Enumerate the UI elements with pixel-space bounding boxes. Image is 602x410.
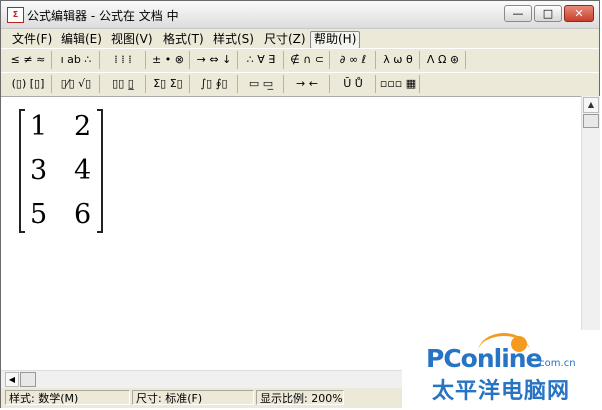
matrix-cell[interactable]: 5 xyxy=(30,200,47,230)
misc-symbols-palette-button[interactable]: ∂ ∞ ℓ xyxy=(331,51,376,69)
fraction-radical-templates-button[interactable]: ▯⁄▯ √▯ xyxy=(53,75,100,93)
fence-templates-button[interactable]: (▯) [▯] xyxy=(5,75,52,93)
vertical-scroll-thumb[interactable] xyxy=(583,114,599,128)
relations-palette-button[interactable]: ≤ ≠ ≈ xyxy=(5,51,52,69)
status-zoom: 显示比例: 200% xyxy=(256,390,344,405)
close-button[interactable]: ✕ xyxy=(564,5,594,22)
app-icon[interactable]: Σ xyxy=(7,7,24,23)
operators-palette-button[interactable]: ± • ⊗ xyxy=(147,51,190,69)
labeled-arrow-templates-button[interactable]: → ← xyxy=(285,75,330,93)
underbar-overbar-templates-button[interactable]: ▭ ▭̲ xyxy=(239,75,284,93)
menu-format[interactable]: 格式(T) xyxy=(160,31,207,47)
watermark-domain: .com.cn xyxy=(536,358,576,369)
product-templates-button[interactable]: Ū Ů xyxy=(331,75,376,93)
embellishments-palette-button[interactable]: ⁞ ⁞ ⁞ xyxy=(101,51,146,69)
matrix-templates-button[interactable]: ▫▫▫ ▦ xyxy=(377,75,420,93)
horizontal-scroll-thumb[interactable] xyxy=(20,372,36,387)
menu-edit[interactable]: 编辑(E) xyxy=(58,31,105,47)
pconline-watermark: PConline .com.cn 太平洋电脑网 xyxy=(402,330,602,410)
spaces-ellipses-palette-button[interactable]: ı ab ∴ xyxy=(53,51,100,69)
logic-palette-button[interactable]: ∴ ∀ ∃ xyxy=(239,51,284,69)
matrix-cell[interactable]: 1 xyxy=(30,112,47,142)
right-bracket xyxy=(97,109,103,233)
watermark-chinese-name: 太平洋电脑网 xyxy=(432,379,571,404)
summation-templates-button[interactable]: Σ▯ Σ▯ xyxy=(147,75,190,93)
window-title: 公式编辑器 - 公式在 文档 中 xyxy=(27,9,179,23)
greek-lowercase-palette-button[interactable]: λ ω θ xyxy=(377,51,420,69)
menu-view[interactable]: 视图(V) xyxy=(108,31,156,47)
symbol-palette-toolbar: ≤ ≠ ≈ ı ab ∴ ⁞ ⁞ ⁞ ± • ⊗ → ⇔ ↓ ∴ ∀ ∃ ∉ ∩… xyxy=(1,48,599,73)
equation-editing-area[interactable]: 1 2 3 4 5 6 xyxy=(1,96,581,370)
menu-size[interactable]: 尺寸(Z) xyxy=(261,31,309,47)
subscript-superscript-templates-button[interactable]: ▯▯ ▯̲ xyxy=(101,75,146,93)
integral-templates-button[interactable]: ∫▯ ∮▯ xyxy=(191,75,238,93)
status-style: 样式: 数学(M) xyxy=(5,390,130,405)
set-theory-palette-button[interactable]: ∉ ∩ ⊂ xyxy=(285,51,330,69)
matrix-cell[interactable]: 2 xyxy=(74,112,91,142)
menu-file[interactable]: 文件(F) xyxy=(9,31,55,47)
minimize-button[interactable]: — xyxy=(504,5,532,22)
maximize-button[interactable]: □ xyxy=(534,5,562,22)
left-bracket xyxy=(19,109,25,233)
menu-help[interactable]: 帮助(H) xyxy=(310,31,361,49)
status-size: 尺寸: 标准(F) xyxy=(132,390,254,405)
menu-bar: 文件(F) 编辑(E) 视图(V) 格式(T) 样式(S) 尺寸(Z) 帮助(H… xyxy=(1,29,599,49)
title-bar[interactable]: Σ 公式编辑器 - 公式在 文档 中 — □ ✕ xyxy=(1,1,599,29)
scroll-left-arrow-icon[interactable]: ◀ xyxy=(5,372,19,387)
menu-style[interactable]: 样式(S) xyxy=(210,31,257,47)
arrows-palette-button[interactable]: → ⇔ ↓ xyxy=(191,51,238,69)
scroll-up-arrow-icon[interactable]: ▲ xyxy=(583,97,599,113)
matrix-equation[interactable]: 1 2 3 4 5 6 xyxy=(19,109,103,235)
vertical-scrollbar[interactable]: ▲ xyxy=(581,96,600,369)
greek-uppercase-palette-button[interactable]: Λ Ω ⊛ xyxy=(421,51,466,69)
template-palette-toolbar: (▯) [▯] ▯⁄▯ √▯ ▯▯ ▯̲ Σ▯ Σ▯ ∫▯ ∮▯ ▭ ▭̲ → … xyxy=(1,72,599,97)
watermark-brand: PConline xyxy=(426,344,543,373)
matrix-cell[interactable]: 4 xyxy=(74,156,91,186)
matrix-cell[interactable]: 3 xyxy=(30,156,47,186)
matrix-cell[interactable]: 6 xyxy=(74,200,91,230)
